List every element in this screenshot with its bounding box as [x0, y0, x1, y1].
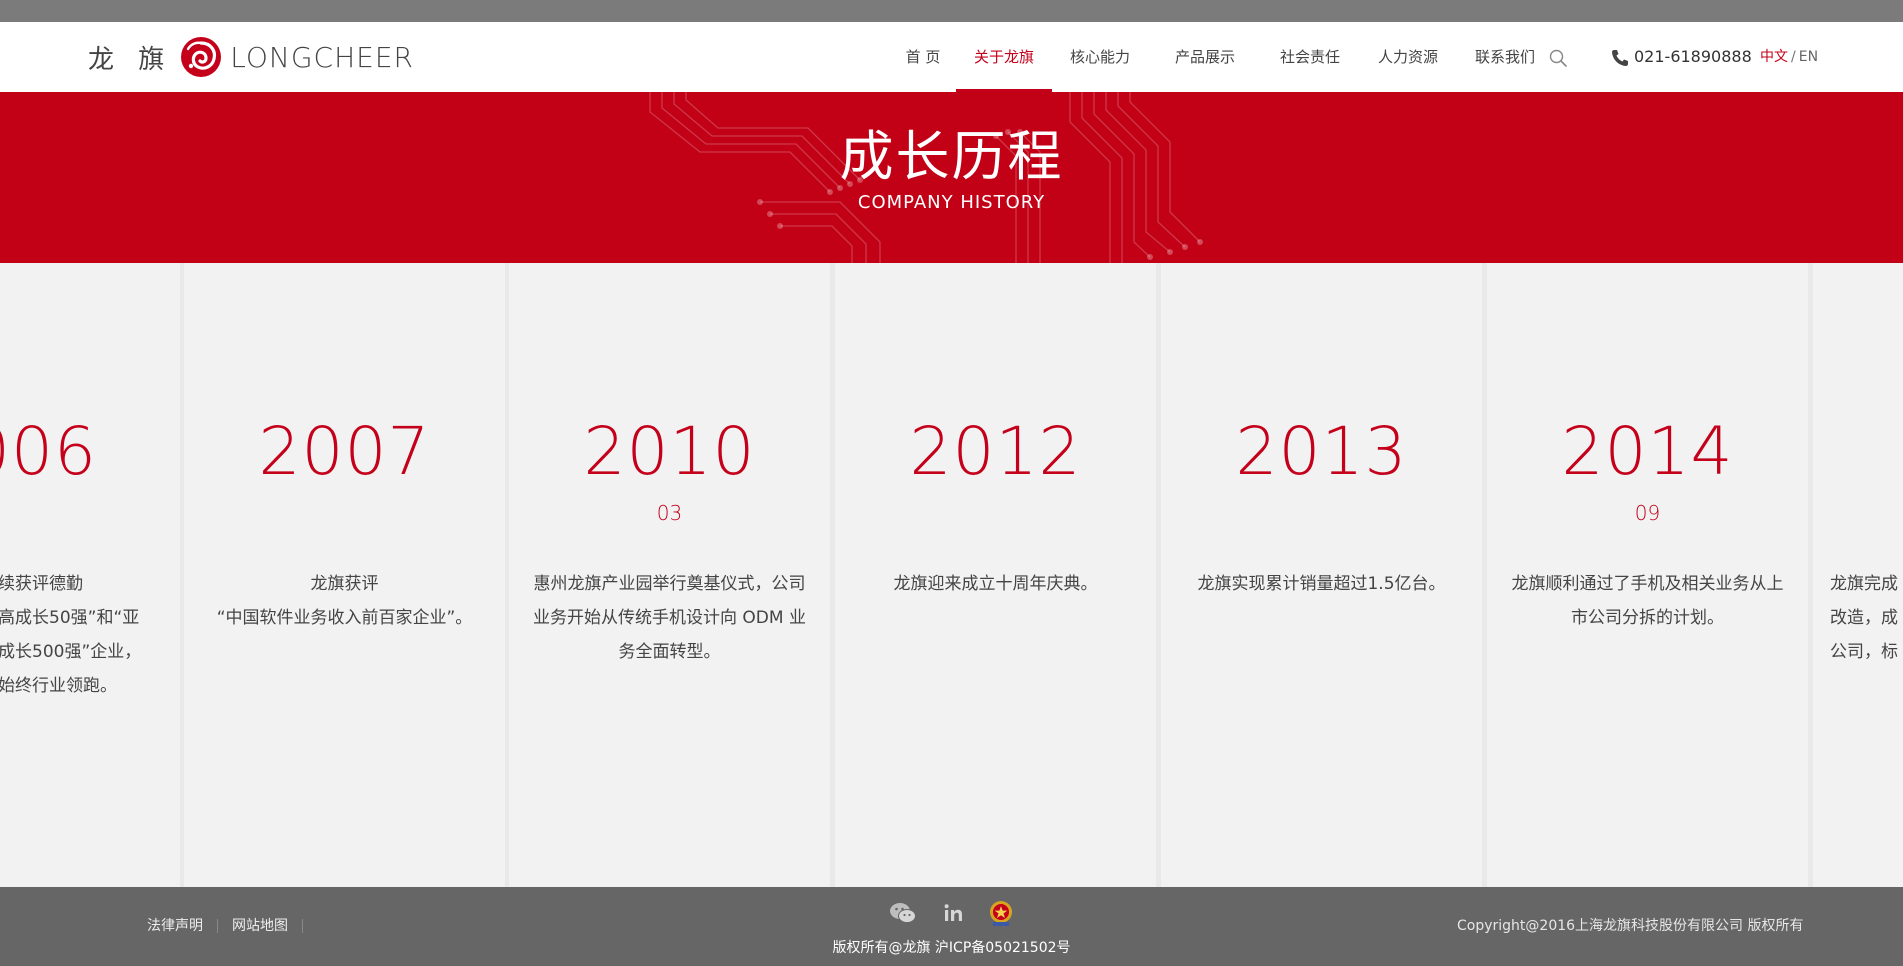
- linkedin-icon[interactable]: [938, 899, 968, 927]
- timeline-year: 2007: [258, 413, 431, 490]
- timeline-item[interactable]: 2014 09 龙旗顺利通过了手机及相关业务从上市公司分拆的计划。: [1487, 263, 1808, 887]
- phone-icon: [1612, 50, 1628, 66]
- timeline-desc: 龙旗迎来成立十周年庆典。: [893, 574, 1098, 594]
- timeline-item[interactable]: 006 续获评德勤 高成长50强”和“亚 成长500强”企业， 始终行业领跑。: [0, 263, 180, 887]
- timeline-month: 03: [656, 501, 683, 525]
- nav-contact[interactable]: 联系我们: [1469, 22, 1541, 92]
- logo[interactable]: 龙 旗 LONGCHEER: [88, 34, 414, 80]
- language-switch: 中文 / EN: [1760, 22, 1818, 92]
- footer-copyright: Copyright@2016上海龙旗科技股份有限公司 版权所有: [1457, 918, 1804, 934]
- timeline-desc: 龙旗获评 “中国软件业务收入前百家企业”。: [216, 574, 473, 628]
- timeline-year: 2012: [909, 413, 1082, 490]
- timeline-desc: 龙旗实现累计销量超过1.5亿台。: [1197, 574, 1446, 594]
- timeline-item[interactable]: 龙旗完成 改造，成 公司，标: [1813, 263, 1903, 887]
- nav-home[interactable]: 首 页: [903, 22, 943, 92]
- footer-divider: [217, 919, 218, 933]
- timeline-item[interactable]: 2013 龙旗实现累计销量超过1.5亿台。: [1161, 263, 1482, 887]
- nav-hr[interactable]: 人力资源: [1372, 22, 1444, 92]
- timeline-item[interactable]: 2007 龙旗获评 “中国软件业务收入前百家企业”。: [184, 263, 505, 887]
- history-timeline: 006 续获评德勤 高成长50强”和“亚 成长500强”企业， 始终行业领跑。 …: [0, 263, 1903, 887]
- timeline-desc: 龙旗顺利通过了手机及相关业务从上市公司分拆的计划。: [1511, 574, 1784, 628]
- sitemap-link[interactable]: 网站地图: [232, 918, 288, 934]
- timeline-desc: 续获评德勤 高成长50强”和“亚 成长500强”企业， 始终行业领跑。: [0, 574, 142, 696]
- page-subtitle: COMPANY HISTORY: [857, 192, 1046, 213]
- nav-core[interactable]: 核心能力: [1064, 22, 1136, 92]
- lang-en-link[interactable]: EN: [1799, 49, 1818, 65]
- phone-number: 021-61890888: [1634, 47, 1752, 66]
- police-badge-icon[interactable]: [986, 899, 1016, 927]
- footer-divider: [302, 919, 303, 933]
- site-header: 龙 旗 LONGCHEER 首 页 关于龙旗 核心能力 产品展示 社会责任 人力…: [0, 22, 1903, 92]
- timeline-year: 2014: [1561, 413, 1734, 490]
- nav-social[interactable]: 社会责任: [1274, 22, 1346, 92]
- nav-about[interactable]: 关于龙旗: [956, 22, 1052, 92]
- lang-cn-link[interactable]: 中文: [1760, 49, 1788, 65]
- timeline-month: 09: [1634, 501, 1661, 525]
- legal-link[interactable]: 法律声明: [147, 918, 203, 934]
- logo-cn-text: 龙 旗: [88, 44, 173, 75]
- timeline-year: 2013: [1235, 413, 1408, 490]
- site-footer: 法律声明 网站地图 版权所有@龙旗 沪ICP备05021502号 Copyrigh…: [0, 887, 1903, 966]
- nav-products[interactable]: 产品展示: [1168, 22, 1242, 92]
- lang-separator: /: [1791, 49, 1796, 65]
- logo-en-text: LONGCHEER: [230, 40, 414, 74]
- timeline-desc: 龙旗完成 改造，成 公司，标: [1830, 574, 1898, 662]
- timeline-item[interactable]: 2010 03 惠州龙旗产业园举行奠基仪式，公司业务开始从传统手机设计向 ODM…: [509, 263, 830, 887]
- timeline-item[interactable]: 2012 龙旗迎来成立十周年庆典。: [835, 263, 1156, 887]
- wechat-icon[interactable]: [888, 899, 918, 927]
- timeline-year: 2010: [583, 413, 756, 490]
- timeline-desc: 惠州龙旗产业园举行奠基仪式，公司业务开始从传统手机设计向 ODM 业务全面转型。: [533, 574, 806, 662]
- logo-dragon-icon: [181, 37, 222, 77]
- page-title: 成长历程: [839, 125, 1064, 188]
- search-icon[interactable]: [1548, 48, 1568, 68]
- footer-social-icons: [888, 899, 1018, 927]
- top-strip: [0, 0, 1903, 22]
- page-banner: 成长历程 COMPANY HISTORY: [0, 92, 1903, 263]
- timeline-year: 006: [0, 413, 97, 490]
